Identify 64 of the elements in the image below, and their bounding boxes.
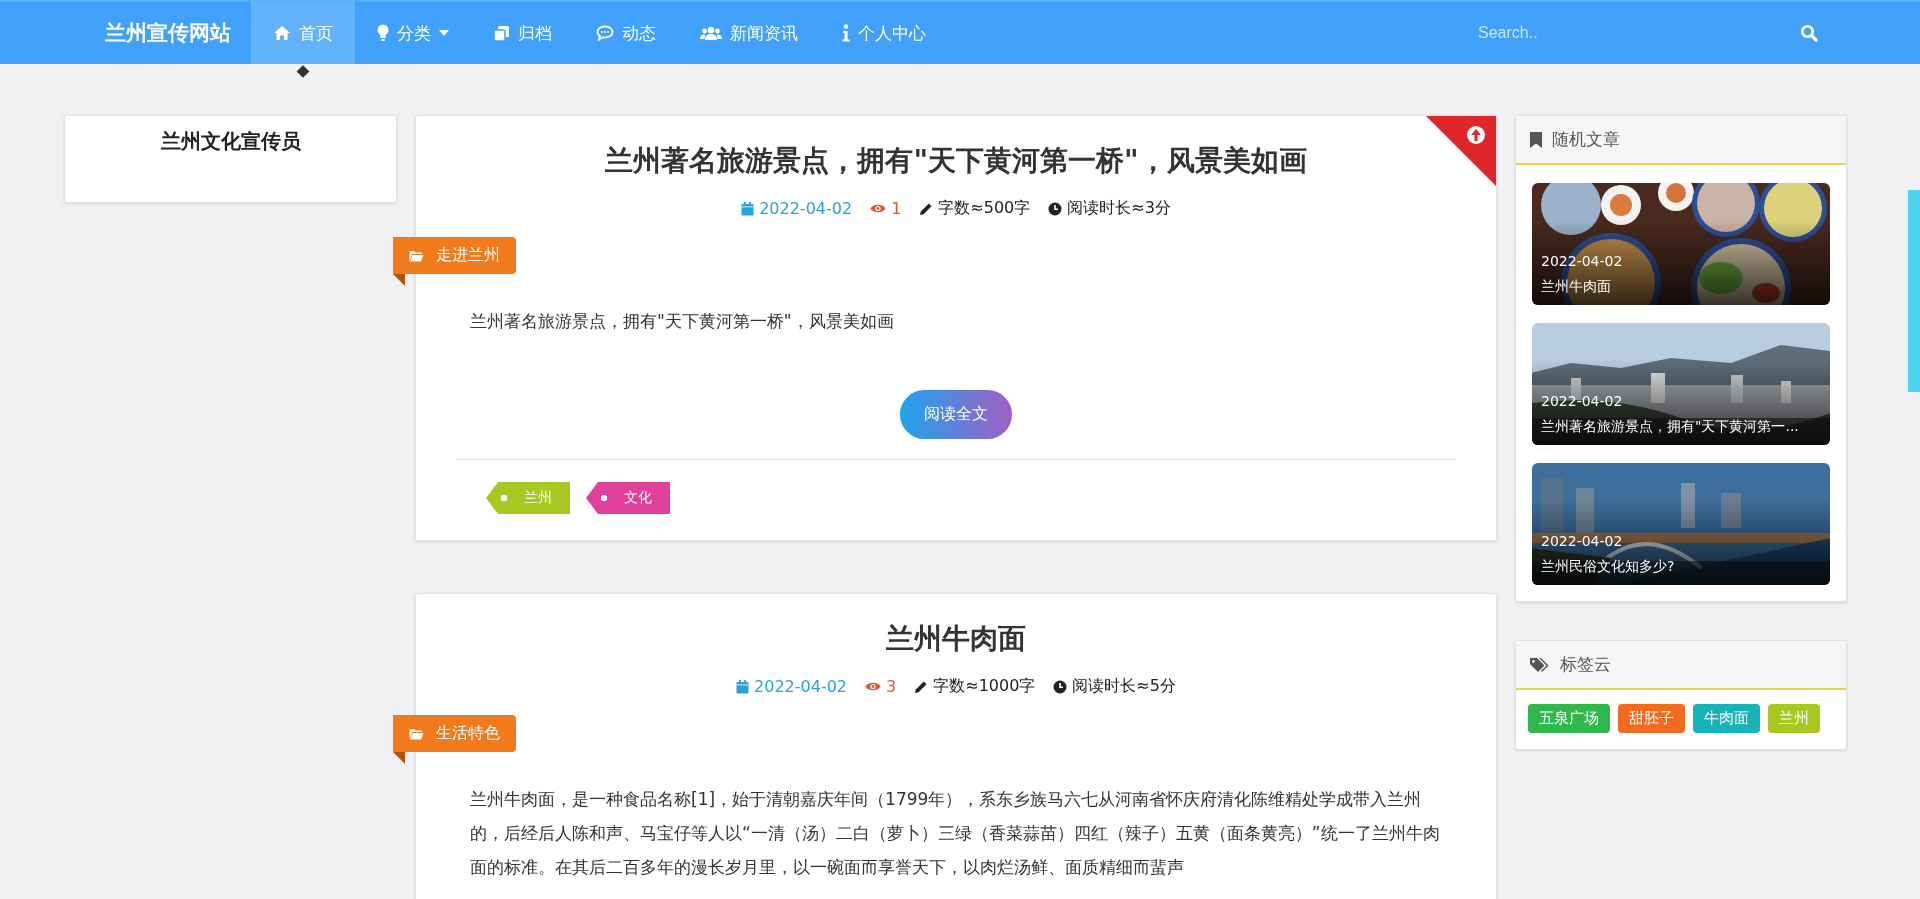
tag-chip[interactable]: 牛肉面: [1693, 704, 1760, 733]
read-more-button[interactable]: 阅读全文: [900, 390, 1012, 439]
view-count: 1: [891, 199, 902, 218]
post-thumbnail-card[interactable]: 2022-04-02 兰州著名旅游景点，拥有"天下黄河第一...: [1532, 323, 1830, 445]
calendar-icon: [741, 201, 755, 216]
word-count: 字数≈500字: [938, 198, 1031, 219]
folder-icon: [409, 249, 424, 262]
pencil-icon: [919, 201, 934, 216]
bookmark-icon: [1530, 131, 1542, 148]
post-thumbnail-card[interactable]: 2022-04-02 兰州民俗文化知多少?: [1532, 463, 1830, 585]
tag-chip[interactable]: 五泉广场: [1528, 704, 1610, 733]
folder-icon: [409, 727, 424, 740]
caret-icon: [439, 30, 449, 36]
post-title: 兰州牛肉面: [1541, 278, 1611, 296]
search-icon[interactable]: [1800, 24, 1818, 42]
article-tag[interactable]: 文化: [586, 482, 670, 514]
nav-tab[interactable]: 动态: [574, 2, 678, 64]
post-date: 2022-04-02: [1541, 253, 1623, 269]
tags-icon: [1530, 656, 1550, 673]
ribbon-fold: [393, 274, 405, 286]
reading-time: 阅读时长≈5分: [1072, 676, 1176, 697]
article-excerpt: 兰州牛肉面，是一种食品名称[1]，始于清朝嘉庆年间（1799年），系东乡族马六七从河南省怀庆府清化陈维精处学成带入兰州的，后经后人陈和声、马宝仔等人以“一清（汤）二白（萝卜）三绿（香菜蒜苗）四红（辣子）五黄（面条黄亮）”统一了兰州牛肉面的标准。在其后二百多年的漫长岁月里，以一碗面而享誉天下，以肉烂汤鲜、面质精细而蜚声: [470, 788, 1441, 879]
category-ribbon[interactable]: 走进兰州: [393, 237, 516, 274]
nav-tab[interactable]: 新闻资讯: [678, 2, 820, 64]
nav-tab[interactable]: 归档: [471, 2, 574, 64]
site-title[interactable]: 兰州宣传网站: [105, 19, 231, 47]
category-ribbon[interactable]: 生活特色: [393, 715, 516, 752]
info-icon: [842, 24, 850, 42]
panel-title: 标签云: [1560, 653, 1611, 676]
eye-icon: [865, 681, 882, 692]
reading-time: 阅读时长≈3分: [1067, 198, 1171, 219]
pencil-icon: [914, 679, 929, 694]
article-tag[interactable]: 兰州: [486, 482, 570, 514]
scrollbar-thumb[interactable]: [1908, 190, 1920, 392]
post-date: 2022-04-02: [1541, 393, 1623, 409]
search-field[interactable]: Search..: [1476, 23, 1650, 43]
post-title: 兰州民俗文化知多少?: [1541, 558, 1675, 576]
lightbulb-icon: [377, 24, 389, 42]
post-date: 2022-04-02: [759, 199, 853, 218]
article-title[interactable]: 兰州著名旅游景点，拥有"天下黄河第一桥"，风景美如画: [456, 142, 1456, 180]
word-count: 字数≈1000字: [933, 676, 1036, 697]
author-name: 兰州文化宣传员: [160, 128, 301, 155]
post-date: 2022-04-02: [754, 677, 848, 696]
post-thumbnail-card[interactable]: 2022-04-02 兰州牛肉面: [1532, 183, 1830, 305]
post-date: 2022-04-02: [1541, 533, 1623, 549]
clock-icon: [1048, 201, 1063, 216]
tag-chip[interactable]: 兰州: [1768, 704, 1820, 733]
view-count: 3: [886, 677, 897, 696]
users-icon: [700, 26, 722, 40]
clock-icon: [1053, 679, 1068, 694]
panel-title: 随机文章: [1552, 128, 1620, 151]
post-title: 兰州著名旅游景点，拥有"天下黄河第一...: [1541, 418, 1799, 436]
chat-icon: [596, 25, 614, 41]
copy-icon: [493, 24, 510, 42]
home-icon: [273, 25, 291, 41]
nav-tab[interactable]: 分类: [355, 2, 471, 64]
calendar-icon: [736, 679, 750, 694]
article-title[interactable]: 兰州牛肉面: [456, 620, 1456, 658]
active-indicator: [296, 65, 310, 78]
ribbon-fold: [393, 752, 405, 764]
nav-tab[interactable]: 个人中心: [820, 2, 948, 64]
eye-icon: [870, 203, 887, 214]
tag-chip[interactable]: 甜胚子: [1618, 704, 1685, 733]
article-excerpt: 兰州著名旅游景点，拥有"天下黄河第一桥"，风景美如画: [470, 310, 895, 333]
